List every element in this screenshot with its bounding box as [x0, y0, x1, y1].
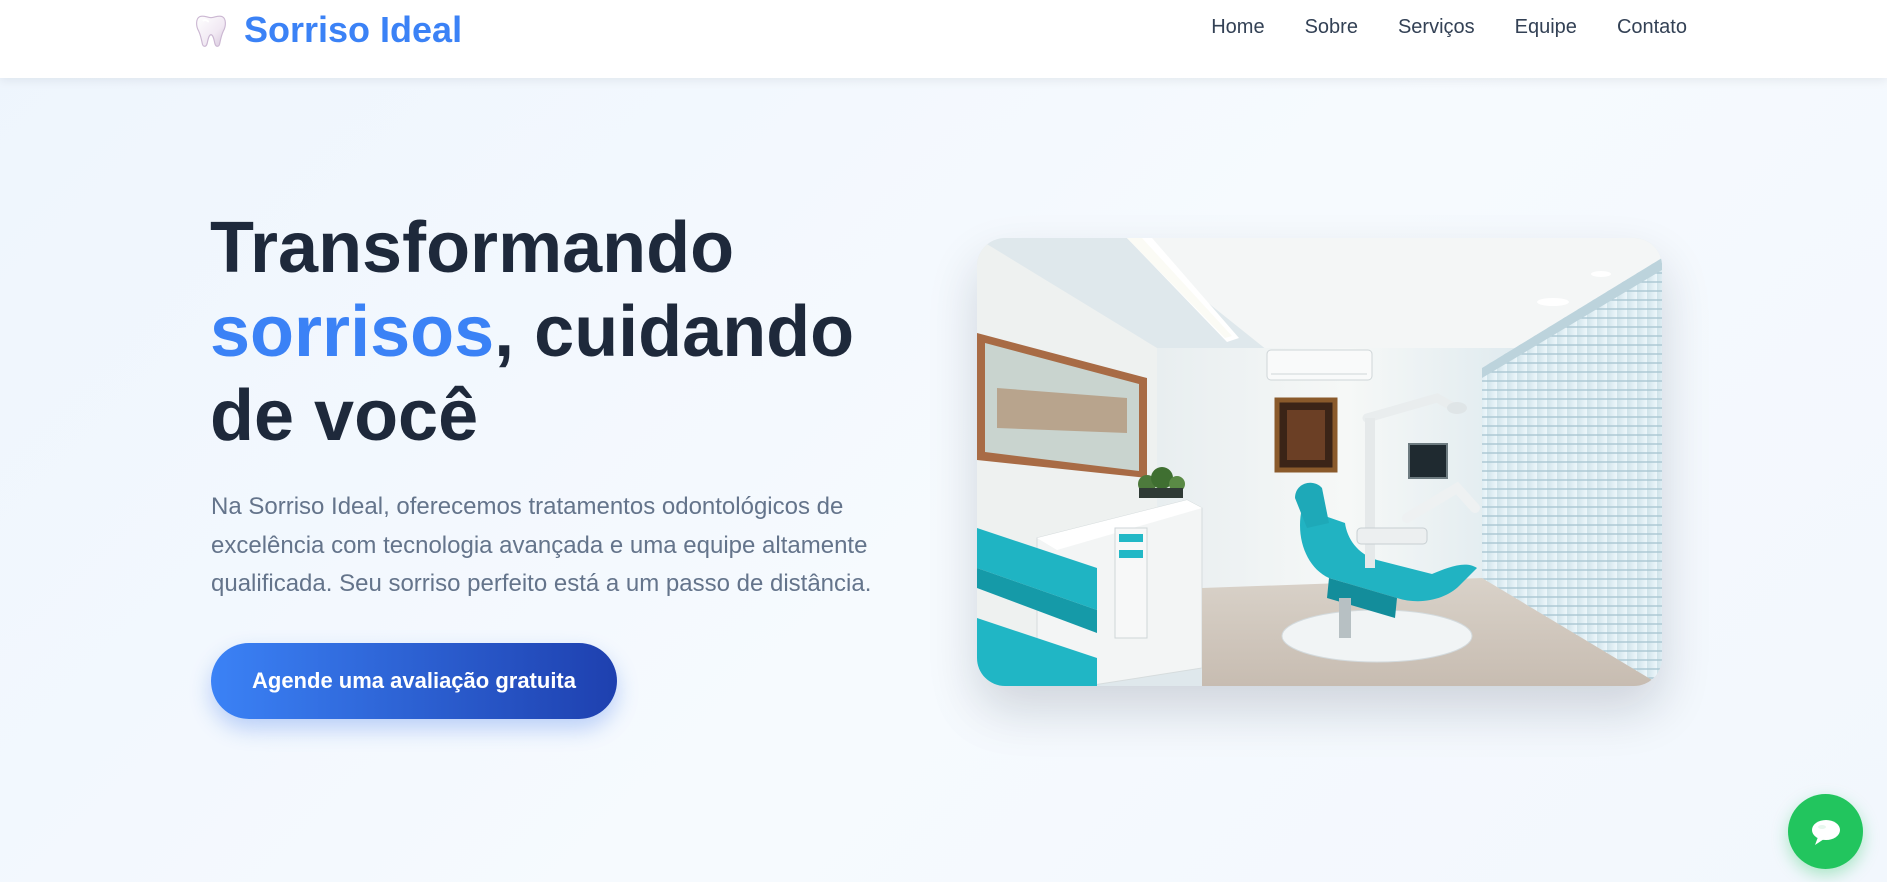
- dental-clinic-illustration: [977, 238, 1662, 686]
- hero-title-line1: Transformando: [210, 208, 735, 288]
- hero-title: Transformando sorrisos, cuidando de você: [210, 206, 910, 458]
- whatsapp-chat-button[interactable]: [1788, 794, 1863, 869]
- hero-title-accent: sorrisos: [210, 292, 495, 372]
- hero-title-line2: , cuidando: [494, 292, 855, 372]
- hero-title-line3: de você: [210, 376, 479, 456]
- tooth-icon: [196, 15, 226, 47]
- nav-sobre[interactable]: Sobre: [1305, 16, 1358, 39]
- cta-schedule-button[interactable]: Agende uma avaliação gratuita: [211, 643, 617, 719]
- chat-icon: [1811, 819, 1840, 845]
- nav-equipe[interactable]: Equipe: [1515, 16, 1577, 39]
- nav-contato[interactable]: Contato: [1617, 16, 1687, 39]
- main-nav: Home Sobre Serviços Equipe Contato: [1211, 16, 1687, 39]
- hero-description: Na Sorriso Ideal, oferecemos tratamentos…: [211, 493, 872, 597]
- logo-link[interactable]: Sorriso Ideal: [192, 8, 462, 52]
- brand-name: Sorriso Ideal: [244, 9, 463, 50]
- nav-home[interactable]: Home: [1211, 16, 1264, 39]
- site-header: Sorriso Ideal Home Sobre Serviços Equipe…: [0, 0, 1887, 78]
- nav-servicos[interactable]: Serviços: [1398, 16, 1475, 39]
- clinic-photo: [977, 238, 1662, 686]
